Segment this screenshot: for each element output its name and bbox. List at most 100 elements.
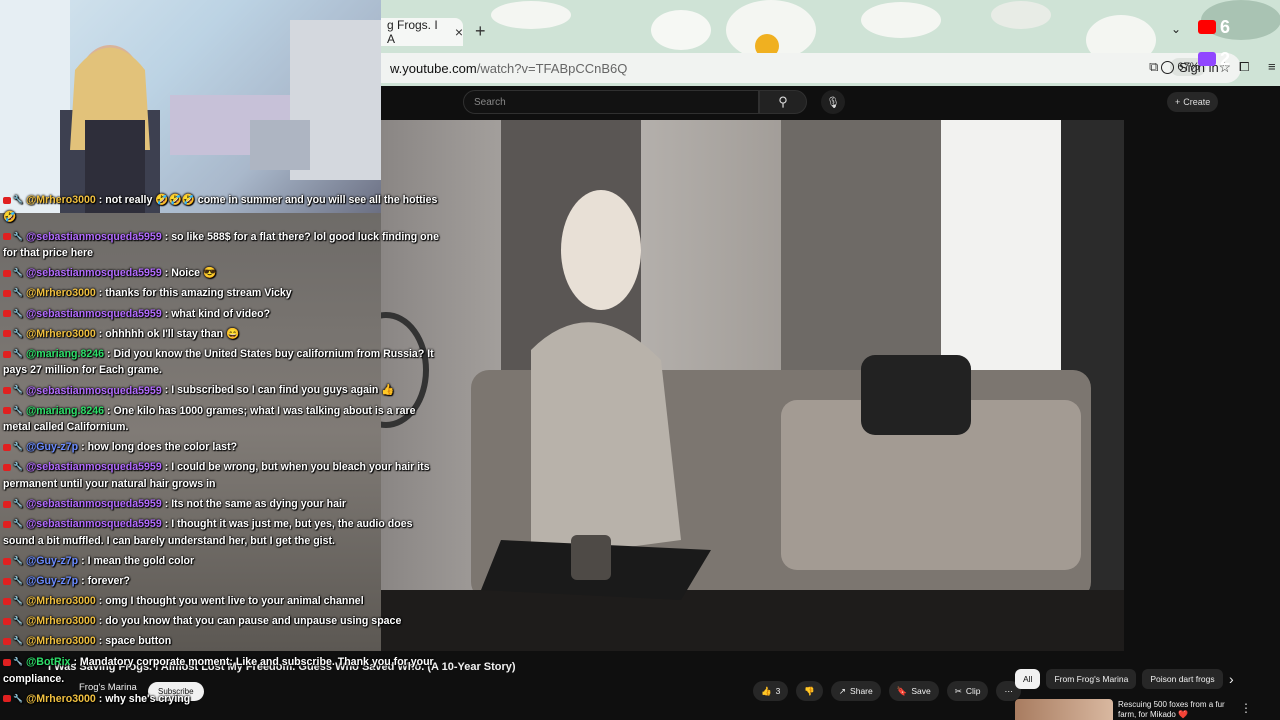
chat-text: : what kind of video? bbox=[164, 307, 271, 320]
youtube-source-icon bbox=[3, 500, 11, 508]
youtube-source-icon bbox=[3, 330, 11, 338]
youtube-source-icon bbox=[3, 557, 11, 565]
twitch-icon bbox=[1198, 52, 1216, 66]
new-tab-icon[interactable]: + bbox=[475, 21, 486, 42]
video-player[interactable] bbox=[381, 120, 1124, 651]
youtube-source-icon bbox=[3, 695, 11, 703]
address-bar[interactable]: w.youtube.com/watch?v=TFABpCCnB6Q ⧉ 67% … bbox=[381, 53, 1241, 83]
chat-message: 🔧 @Mrhero3000: why she's crying bbox=[3, 691, 443, 708]
tab-title: g Frogs. I A bbox=[387, 18, 438, 46]
chat-text: : forever? bbox=[81, 575, 130, 588]
chat-username: @Guy-z7p bbox=[25, 554, 79, 567]
like-button[interactable]: 👍 3 bbox=[753, 681, 789, 701]
save-button[interactable]: 🔖 Save bbox=[888, 681, 939, 701]
youtube-source-icon bbox=[3, 407, 11, 415]
browser-menu-icon[interactable]: ≡ bbox=[1268, 59, 1276, 74]
extensions-icon[interactable]: ⧠ bbox=[1239, 59, 1249, 75]
chat-message: 🔧 @Mrhero3000: thanks for this amazing st… bbox=[3, 285, 443, 302]
youtube-source-icon bbox=[3, 520, 11, 528]
youtube-icon bbox=[1198, 20, 1216, 34]
clip-button[interactable]: ✂ Clip bbox=[946, 681, 989, 701]
tab-list-chevron-icon[interactable]: ⌄ bbox=[1171, 22, 1181, 36]
moderator-badge-icon: 🔧 bbox=[13, 328, 23, 338]
share-label: Share bbox=[850, 686, 873, 696]
moderator-badge-icon: 🔧 bbox=[13, 616, 23, 626]
recommended-video-title[interactable]: Rescuing 500 foxes from a fur farm, for … bbox=[1118, 700, 1234, 720]
webcam-scene bbox=[0, 0, 381, 213]
moderator-badge-icon: 🔧 bbox=[13, 657, 23, 666]
youtube-source-icon bbox=[3, 270, 11, 278]
chat-text: : thanks for this amazing stream Vicky bbox=[98, 287, 292, 300]
moderator-badge-icon: 🔧 bbox=[13, 231, 23, 241]
chat-username: @Guy-z7p bbox=[25, 575, 79, 588]
chat-message: 🔧 @sebastianmosqueda5959: so like 588$ fo… bbox=[3, 229, 443, 262]
youtube-source-icon bbox=[3, 233, 11, 241]
recommended-video-thumbnail[interactable] bbox=[1015, 699, 1113, 720]
video-actions: 👍 3 👎 ↗ Share 🔖 Save ✂ Clip ⋯ bbox=[753, 681, 1021, 701]
share-icon: ↗ bbox=[838, 685, 847, 696]
thumbs-down-icon: 👎 bbox=[804, 685, 815, 696]
chat-overlay-bottom: 🔧 @BotRix: Mandatory corporate moment: Li… bbox=[3, 654, 443, 711]
moderator-badge-icon: 🔧 bbox=[13, 636, 23, 646]
youtube-source-icon bbox=[3, 310, 11, 318]
chat-message: 🔧 @Mrhero3000: space button bbox=[3, 633, 443, 650]
clip-label: Clip bbox=[965, 686, 981, 696]
moderator-badge-icon: 🔧 bbox=[13, 348, 23, 358]
chip-from-channel[interactable]: From Frog's Marina bbox=[1046, 669, 1137, 689]
dislike-button[interactable]: 👎 bbox=[796, 681, 823, 701]
chat-message: 🔧 @BotRix: Mandatory corporate moment: Li… bbox=[3, 654, 443, 687]
chat-text: : do you know that you can pause and unp… bbox=[98, 615, 402, 628]
moderator-badge-icon: 🔧 bbox=[13, 519, 23, 529]
like-count: 3 bbox=[775, 686, 781, 696]
youtube-source-icon bbox=[3, 618, 11, 625]
chat-message: 🔧 @mariang.8246: One kilo has 1000 grames… bbox=[3, 403, 443, 436]
chat-text: : how long does the color last? bbox=[81, 441, 238, 454]
chat-username: @mariang.8246 bbox=[25, 347, 105, 360]
close-tab-icon[interactable]: × bbox=[455, 24, 463, 40]
moderator-badge-icon: 🔧 bbox=[13, 308, 23, 318]
chevron-right-icon[interactable]: › bbox=[1229, 671, 1234, 687]
chat-text: : omg I thought you went live to your an… bbox=[98, 595, 364, 608]
chip-all[interactable]: All bbox=[1015, 669, 1041, 689]
chat-username: @sebastianmosqueda5959 bbox=[25, 267, 162, 280]
youtube-source-icon bbox=[3, 638, 11, 646]
video-frame-scene bbox=[381, 120, 1124, 651]
youtube-search-input[interactable]: Search bbox=[463, 90, 759, 114]
chat-username: @sebastianmosqueda5959 bbox=[25, 518, 162, 531]
chat-username: @sebastianmosqueda5959 bbox=[25, 461, 162, 474]
chat-text: : Its not the same as dying your hair bbox=[164, 498, 347, 511]
chat-message: 🔧 @Mrhero3000: do you know that you can p… bbox=[3, 613, 443, 630]
youtube-source-icon bbox=[3, 577, 11, 585]
bookmark-icon: 🔖 bbox=[896, 685, 908, 696]
picture-in-picture-icon[interactable]: ⧉ bbox=[1149, 59, 1158, 75]
share-button[interactable]: ↗ Share bbox=[830, 681, 881, 701]
moderator-badge-icon: 🔧 bbox=[13, 385, 23, 395]
search-button[interactable]: ⚲ bbox=[759, 90, 807, 114]
voice-search-button[interactable]: 🎙 bbox=[821, 90, 845, 114]
create-button[interactable]: + Create bbox=[1167, 92, 1219, 112]
chat-overlay: 🔧 @Mrhero3000: not really 🤣🤣🤣 come in sum… bbox=[3, 192, 443, 654]
thumbs-up-icon: 👍 bbox=[761, 685, 772, 696]
microphone-icon: 🎙 bbox=[826, 96, 840, 109]
scissors-icon: ✂ bbox=[954, 685, 962, 696]
page-background-right bbox=[1124, 120, 1280, 651]
search-placeholder: Search bbox=[474, 96, 506, 108]
chat-message: 🔧 @Mrhero3000: omg I thought you went liv… bbox=[3, 593, 443, 610]
chip-poison-dart-frogs[interactable]: Poison dart frogs bbox=[1142, 669, 1223, 689]
chat-message: 🔧 @sebastianmosqueda5959: Noice 😎 bbox=[3, 265, 443, 282]
chat-username: @sebastianmosqueda5959 bbox=[25, 384, 162, 397]
youtube-source-icon bbox=[3, 350, 11, 358]
youtube-source-icon bbox=[3, 444, 11, 452]
chat-text: : why she's crying bbox=[98, 692, 191, 705]
recommendation-chips: All From Frog's Marina Poison dart frogs bbox=[1015, 669, 1223, 689]
more-vertical-icon[interactable]: ⋮ bbox=[1240, 701, 1252, 715]
moderator-badge-icon: 🔧 bbox=[13, 693, 23, 703]
url-host: w.youtube.com bbox=[390, 60, 477, 76]
chat-username: @sebastianmosqueda5959 bbox=[25, 307, 162, 320]
twitch-viewer-count: 2 bbox=[1198, 49, 1238, 69]
chat-message: 🔧 @Mrhero3000: not really 🤣🤣🤣 come in sum… bbox=[3, 192, 443, 225]
moderator-badge-icon: 🔧 bbox=[13, 442, 23, 452]
browser-tab[interactable]: g Frogs. I A × bbox=[381, 18, 463, 46]
chat-username: @mariang.8246 bbox=[25, 404, 105, 417]
chat-text: : I subscribed so I can find you guys ag… bbox=[164, 384, 395, 397]
